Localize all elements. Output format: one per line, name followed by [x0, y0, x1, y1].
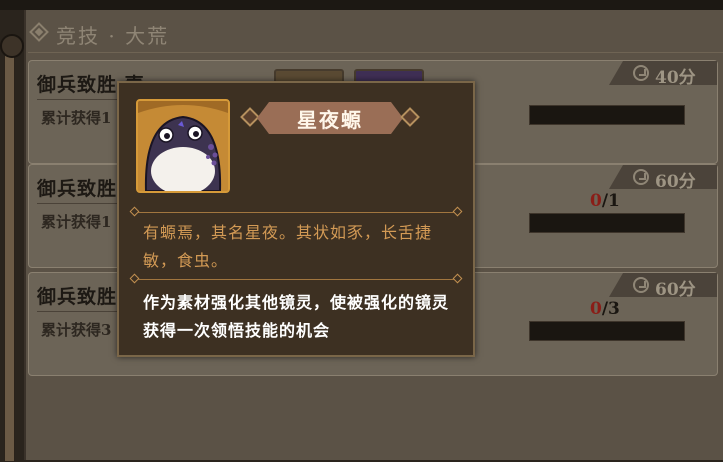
- progress-count: 0/3: [590, 299, 620, 319]
- task-subtitle: 累计获得3: [41, 321, 112, 339]
- window-top-frame: [0, 0, 723, 10]
- progress-total: /1: [601, 191, 620, 211]
- scroll-rail-cap: [0, 34, 24, 58]
- divider: [133, 279, 459, 280]
- progress-count: 0/1: [590, 191, 620, 211]
- points-value: 60分: [655, 172, 696, 192]
- section-title: 竞技 · 大荒: [56, 24, 170, 48]
- task-subtitle: 累计获得1: [41, 213, 112, 231]
- section-header: 竞技 · 大荒: [28, 14, 723, 53]
- item-effect: 作为素材强化其他镜灵，使被强化的镜灵获得一次领悟技能的机会: [143, 293, 450, 340]
- points-tag: 40分: [609, 61, 717, 85]
- item-lore: 有螈焉，其名星夜。其状如豕，长舌捷敏，食虫。: [143, 223, 433, 270]
- diamond-icon: [29, 22, 49, 42]
- scroll-rail[interactable]: [4, 38, 15, 462]
- item-name-banner: 星夜螈: [239, 99, 421, 137]
- progress-bar: [529, 105, 685, 125]
- progress-bar: [529, 321, 685, 341]
- task-subtitle: 累计获得1: [41, 109, 112, 127]
- points-tag: 60分: [609, 273, 717, 297]
- progress-total: /3: [601, 299, 620, 319]
- clock-icon: [633, 169, 649, 185]
- item-name: 星夜螈: [297, 108, 363, 132]
- task-title: 御兵致胜: [37, 286, 118, 308]
- points-value: 40分: [655, 68, 696, 88]
- points-tag: 60分: [609, 165, 717, 189]
- divider: [133, 212, 459, 213]
- salamander-portrait-icon: [138, 101, 228, 191]
- progress-current: 0: [590, 299, 602, 319]
- points-value: 60分: [655, 280, 696, 300]
- progress-current: 0: [590, 191, 602, 211]
- item-portrait: [136, 99, 230, 193]
- task-title: 御兵致胜: [37, 178, 118, 200]
- progress-bar: [529, 213, 685, 233]
- clock-icon: [633, 277, 649, 293]
- clock-icon: [633, 65, 649, 81]
- item-tooltip: 星夜螈 有螈焉，其名星夜。其状如豕，长舌捷敏，食虫。 作为素材强化其他镜灵，使被…: [117, 81, 475, 357]
